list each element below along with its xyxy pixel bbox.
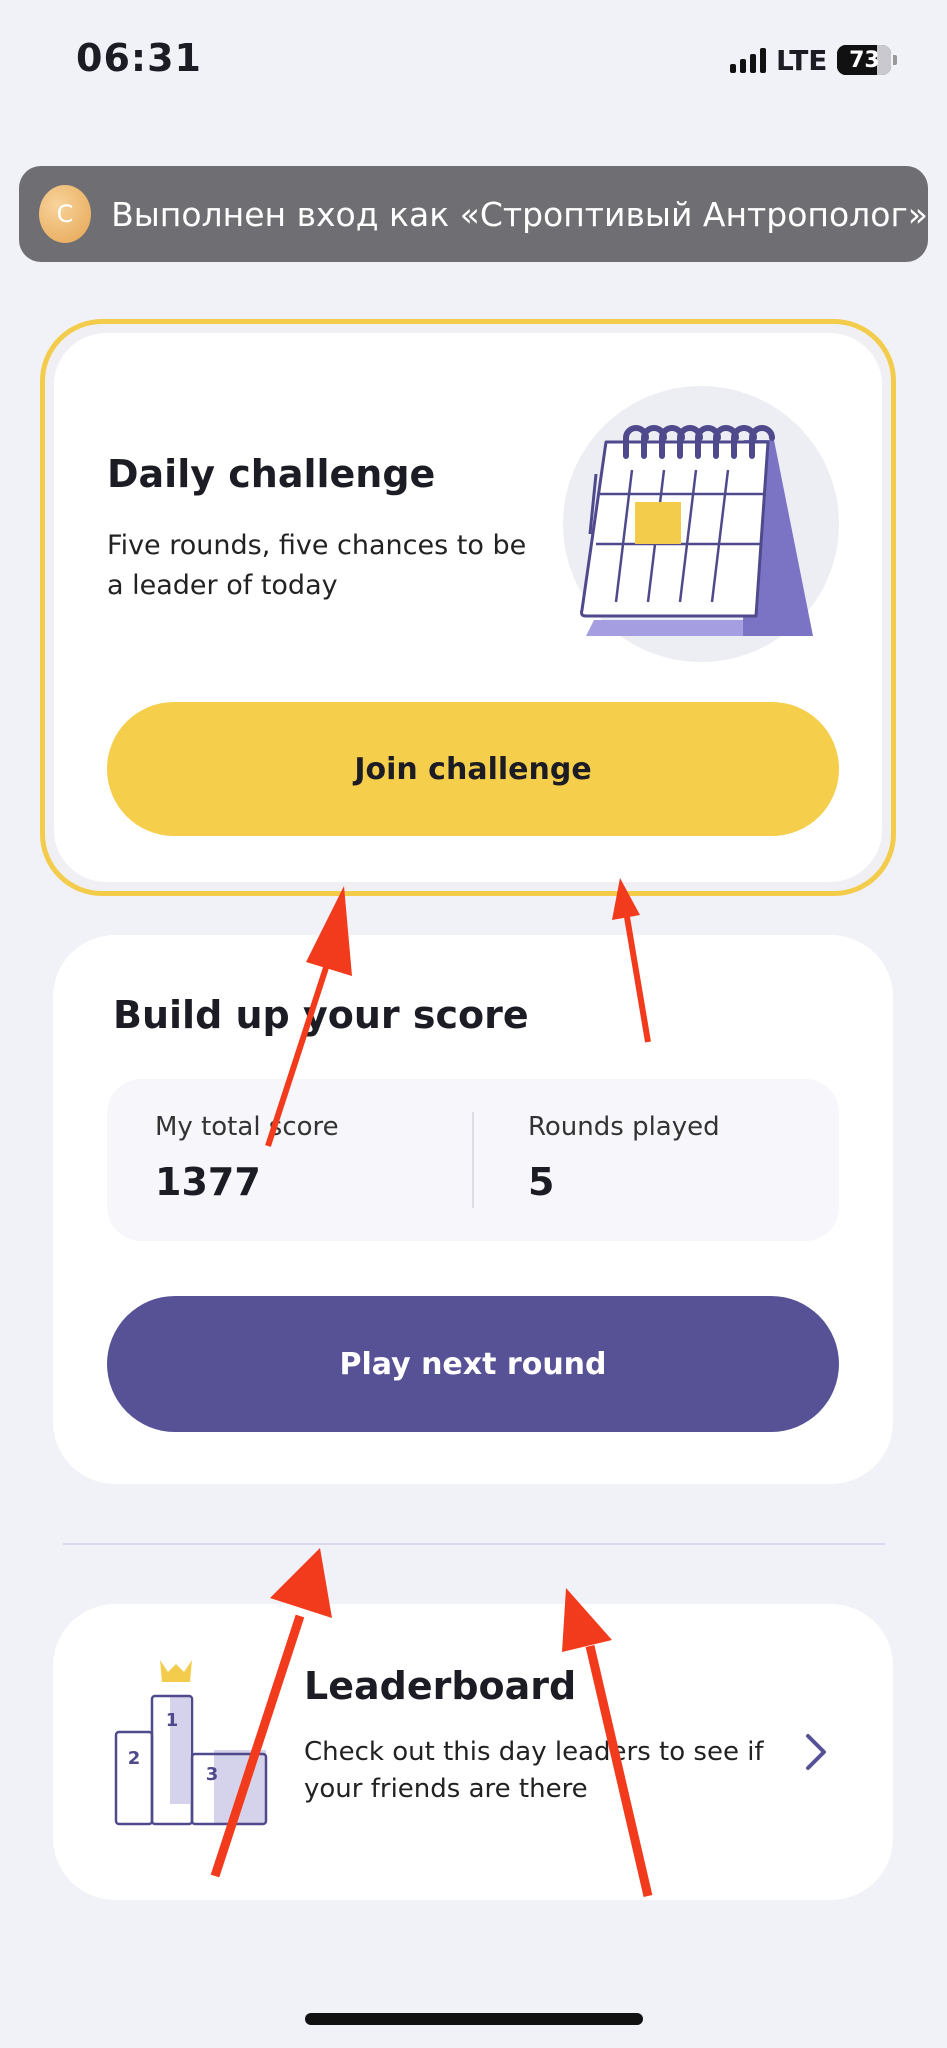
total-score-value: 1377 — [155, 1160, 261, 1204]
play-next-round-button[interactable]: Play next round — [107, 1296, 839, 1432]
podium-place-1: 1 — [166, 1710, 179, 1731]
score-title: Build up your score — [113, 993, 529, 1037]
status-time: 06:31 — [76, 36, 202, 80]
chevron-right-icon[interactable] — [798, 1732, 832, 1772]
section-divider — [63, 1543, 885, 1545]
total-score-label: My total score — [155, 1112, 339, 1142]
battery-icon: 73 — [837, 45, 898, 75]
battery-percentage: 73 — [849, 47, 880, 73]
calendar-icon — [563, 386, 839, 662]
network-type: LTE — [776, 43, 828, 77]
daily-challenge-description: Five rounds, five chances to be a leader… — [107, 530, 527, 601]
rounds-played-value: 5 — [528, 1160, 555, 1204]
signal-icon — [730, 47, 766, 73]
login-status-text: Выполнен вход как «Строптивый Антрополог… — [111, 194, 928, 234]
stats-divider — [472, 1112, 474, 1208]
login-banner[interactable]: С Выполнен вход как «Строптивый Антропол… — [19, 166, 928, 262]
leaderboard-description: Check out this day leaders to see if you… — [304, 1737, 764, 1804]
home-indicator[interactable] — [305, 2013, 643, 2025]
podium-place-2: 2 — [128, 1748, 141, 1769]
avatar: С — [39, 185, 92, 243]
join-challenge-button[interactable]: Join challenge — [107, 702, 839, 836]
daily-challenge-title: Daily challenge — [107, 452, 436, 496]
podium-icon: 1 2 3 — [114, 1660, 268, 1826]
podium-place-3: 3 — [206, 1764, 219, 1785]
rounds-played-label: Rounds played — [528, 1112, 720, 1142]
status-indicators: LTE 73 — [730, 42, 898, 78]
leaderboard-title: Leaderboard — [304, 1664, 577, 1708]
